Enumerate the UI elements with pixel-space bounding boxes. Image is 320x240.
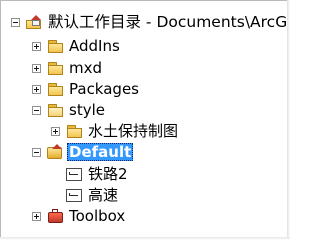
tree-node-layer-railway[interactable]: 铁路2 bbox=[66, 164, 128, 184]
tree-node-default-gdb[interactable]: Default bbox=[32, 142, 134, 162]
expand-toggle[interactable] bbox=[51, 126, 60, 136]
expand-toggle[interactable] bbox=[32, 41, 41, 51]
tree-node-layer-highway[interactable]: 高速 bbox=[66, 185, 118, 205]
tree-node-label: Packages bbox=[69, 80, 139, 98]
expand-toggle[interactable] bbox=[32, 211, 41, 221]
tree-node-label: 水土保持制图 bbox=[88, 122, 179, 140]
tree-node-toolbox[interactable]: Toolbox bbox=[32, 206, 125, 226]
tree-node-label: 默认工作目录 - Documents\ArcGIS bbox=[48, 13, 289, 31]
tree-node-label: Toolbox bbox=[69, 207, 126, 225]
tree-node-label: mxd bbox=[69, 59, 103, 77]
collapse-toggle[interactable] bbox=[32, 105, 41, 115]
tree-node-style-child[interactable]: 水土保持制图 bbox=[51, 121, 178, 141]
folder-icon bbox=[47, 39, 64, 54]
line-feature-class-icon bbox=[66, 167, 82, 181]
folder-icon bbox=[47, 61, 64, 76]
expand-toggle[interactable] bbox=[32, 63, 41, 73]
tree-node-addins[interactable]: AddIns bbox=[32, 36, 120, 56]
folder-icon bbox=[66, 124, 83, 139]
home-folder-icon bbox=[26, 14, 43, 31]
catalog-tree-panel: 默认工作目录 - Documents\ArcGIS AddIns mxd Pac… bbox=[0, 0, 289, 239]
panel-shadow-right bbox=[287, 0, 290, 240]
home-geodatabase-icon bbox=[47, 143, 64, 161]
tree-node-label: 铁路2 bbox=[88, 165, 128, 183]
folder-icon bbox=[47, 82, 64, 97]
folder-open-icon bbox=[47, 103, 64, 118]
line-feature-class-icon bbox=[66, 188, 82, 202]
tree-node-packages[interactable]: Packages bbox=[32, 79, 139, 99]
tree-node-style[interactable]: style bbox=[32, 100, 105, 120]
tree-node-label: Default bbox=[67, 143, 134, 161]
toolbox-icon bbox=[47, 208, 64, 224]
collapse-toggle[interactable] bbox=[11, 17, 20, 27]
tree-node-label: AddIns bbox=[69, 37, 120, 55]
tree-node-label: style bbox=[69, 101, 105, 119]
tree-node-label: 高速 bbox=[88, 186, 119, 204]
tree-node-root[interactable]: 默认工作目录 - Documents\ArcGIS bbox=[11, 12, 289, 32]
expand-toggle[interactable] bbox=[32, 84, 41, 94]
tree-node-mxd[interactable]: mxd bbox=[32, 58, 102, 78]
collapse-toggle[interactable] bbox=[32, 147, 41, 157]
